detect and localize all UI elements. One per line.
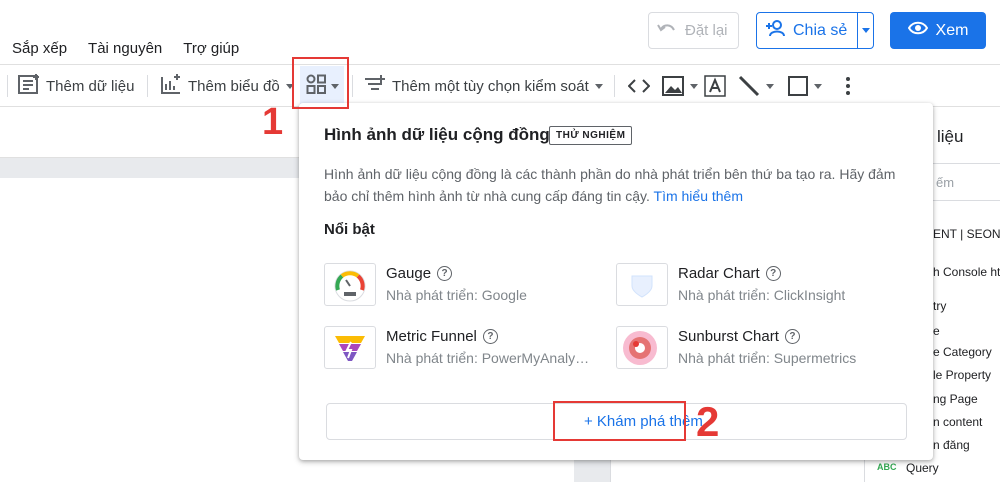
viz-developer: Nhà phát triển: PowerMyAnalytics [386, 350, 591, 366]
chevron-down-icon [690, 83, 698, 89]
viz-name: Gauge [386, 265, 432, 282]
line-icon[interactable] [738, 65, 774, 107]
toolbar: Thêm dữ liệu Thêm biểu đồ Thêm một tùy c… [0, 64, 1000, 107]
reset-button[interactable]: Đặt lại [648, 12, 739, 49]
shape-icon[interactable] [788, 65, 822, 107]
help-icon[interactable]: ? [482, 329, 498, 344]
add-control-label: Thêm một tùy chọn kiểm soát [392, 77, 589, 95]
more-options-icon[interactable] [844, 65, 852, 107]
share-dropdown-icon[interactable] [858, 28, 873, 33]
canvas-background [574, 460, 610, 482]
toolbar-divider [7, 75, 8, 97]
viz-name: Sunburst Chart [678, 328, 779, 345]
toolbar-divider [614, 75, 615, 97]
add-chart-label: Thêm biểu đồ [188, 77, 280, 95]
field-item[interactable]: le Property [933, 368, 991, 382]
add-data-icon [18, 73, 40, 99]
share-button[interactable]: Chia sẻ [756, 12, 874, 49]
canvas-divider [610, 460, 611, 482]
field-item[interactable]: e [933, 324, 940, 338]
add-control-button[interactable]: Thêm một tùy chọn kiểm soát [364, 65, 603, 107]
field-item[interactable]: ng Page [933, 392, 978, 406]
add-chart-icon [160, 73, 182, 99]
menu-bar: Sắp xếp Tài nguyên Trợ giúp [12, 40, 239, 57]
embed-code-icon[interactable] [628, 65, 650, 107]
canvas-header-area [0, 107, 300, 158]
add-data-label: Thêm dữ liệu [46, 77, 135, 95]
viz-developer: Nhà phát triển: Supermetrics [678, 350, 857, 366]
data-panel-title: liệu [937, 127, 964, 146]
menu-arrange[interactable]: Sắp xếp [12, 40, 67, 57]
step-number-1: 1 [262, 101, 284, 143]
help-icon[interactable]: ? [765, 266, 781, 281]
field-item[interactable]: h Console htt [933, 265, 1000, 279]
canvas-ruler [0, 158, 300, 178]
view-button[interactable]: Xem [890, 12, 986, 49]
viz-card-sunburst-chart[interactable]: Sunburst Chart? Nhà phát triển: Supermet… [616, 326, 896, 369]
highlight-box-step2 [553, 401, 686, 441]
highlight-box-step1 [292, 57, 349, 109]
menu-resources[interactable]: Tài nguyên [88, 40, 162, 57]
field-item[interactable]: try [933, 299, 946, 313]
description-text: Hình ảnh dữ liệu cộng đồng là các thành … [324, 166, 896, 204]
radar-thumb-icon [616, 263, 668, 306]
toolbar-divider [147, 75, 148, 97]
funnel-thumb-icon [324, 326, 376, 369]
toolbar-divider [352, 75, 353, 97]
field-item[interactable]: e Category [933, 345, 992, 359]
chevron-down-icon [594, 83, 603, 89]
viz-card-radar-chart[interactable]: Radar Chart? Nhà phát triển: ClickInsigh… [616, 263, 896, 306]
popup-description: Hình ảnh dữ liệu cộng đồng là các thành … [324, 163, 914, 207]
popup-title: Hình ảnh dữ liệu cộng đồng [324, 125, 550, 144]
chevron-down-icon [814, 83, 822, 89]
chevron-down-icon [766, 83, 774, 89]
viz-name: Radar Chart [678, 265, 760, 282]
learn-more-link[interactable]: Tìm hiểu thêm [654, 188, 743, 204]
field-item[interactable]: Query [906, 461, 939, 475]
undo-icon [657, 22, 677, 40]
eye-icon [907, 21, 928, 40]
viz-developer: Nhà phát triển: Google [386, 287, 527, 303]
image-icon[interactable] [662, 65, 698, 107]
help-icon[interactable]: ? [784, 329, 800, 344]
viz-card-metric-funnel[interactable]: Metric Funnel? Nhà phát triển: PowerMyAn… [324, 326, 604, 369]
data-source-label[interactable]: ENT | SEONG [933, 227, 1000, 241]
field-item[interactable]: n đăng [933, 438, 970, 452]
text-type-badge: ABC [877, 462, 897, 472]
search-placeholder: ếm [936, 175, 955, 190]
filter-control-icon [364, 74, 386, 98]
viz-developer: Nhà phát triển: ClickInsight [678, 287, 846, 303]
featured-section-title: Nổi bật [324, 221, 375, 238]
menu-help[interactable]: Trợ giúp [183, 40, 239, 57]
gauge-thumb-icon [324, 263, 376, 306]
experimental-badge: THỬ NGHIỆM [549, 126, 633, 145]
reset-label: Đặt lại [685, 22, 728, 39]
share-label: Chia sẻ [793, 21, 848, 39]
add-data-button[interactable]: Thêm dữ liệu [18, 65, 134, 107]
step-number-2: 2 [696, 398, 720, 445]
help-icon[interactable]: ? [437, 266, 453, 281]
field-item[interactable]: n content [933, 415, 982, 429]
viz-name: Metric Funnel [386, 328, 477, 345]
viz-card-gauge[interactable]: Gauge? Nhà phát triển: Google [324, 263, 604, 306]
view-label: Xem [935, 21, 969, 39]
add-person-icon [765, 20, 787, 41]
sunburst-thumb-icon [616, 326, 668, 369]
text-icon[interactable] [704, 65, 726, 107]
